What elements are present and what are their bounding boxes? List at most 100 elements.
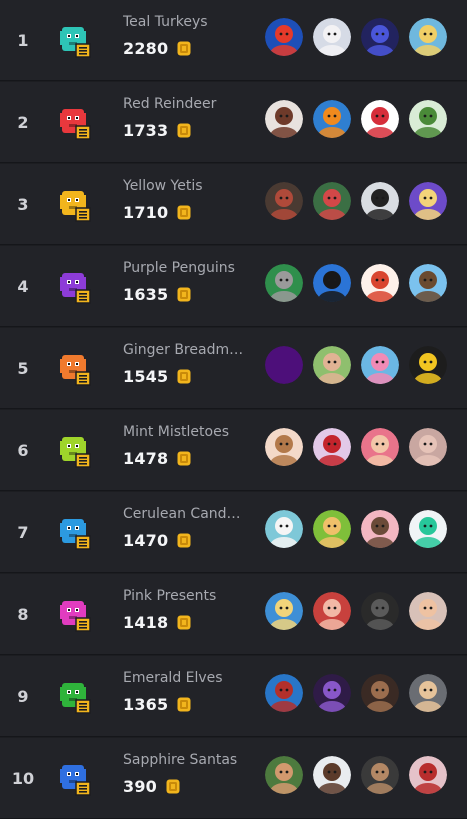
team-score: 1478 (123, 448, 169, 468)
team-row[interactable]: 6 Mint Mistletoes 1478 (0, 410, 467, 491)
team-score-group: 1478 (123, 447, 191, 469)
avatar-purple-creature[interactable] (313, 674, 351, 712)
team-row[interactable]: 3 Yellow Yetis 1710 (0, 164, 467, 245)
avatar-red-cap-girl[interactable] (313, 428, 351, 466)
coin-icon (177, 41, 191, 56)
team-rank: 4 (17, 277, 29, 296)
avatar-blonde-boy[interactable] (409, 18, 447, 56)
avatar-blonde-green-eyes[interactable] (265, 592, 303, 630)
avatar-blue-ghost[interactable] (361, 18, 399, 56)
team-score-group: 2280 (123, 37, 191, 59)
avatar-white-hair[interactable] (313, 18, 351, 56)
team-row[interactable]: 4 Purple Penguins 1635 (0, 246, 467, 327)
avatar-sunglasses-bald[interactable] (361, 182, 399, 220)
avatar-dark-skin[interactable] (265, 182, 303, 220)
avatar-brown-hair-girl[interactable] (265, 100, 303, 138)
team-row[interactable]: 2 Red Reindeer 1733 (0, 82, 467, 163)
team-score-group: 1545 (123, 365, 191, 387)
avatar-red-s-logo[interactable] (265, 18, 303, 56)
avatar-dark-grey-logo[interactable] (361, 592, 399, 630)
team-name: Sapphire Santas (123, 752, 238, 768)
avatar-purple-blank[interactable] (265, 346, 303, 384)
team-row[interactable]: 5 Ginger Breadmen 1545 (0, 328, 467, 409)
team-row[interactable]: 7 Cerulean Candycanes 1470 (0, 492, 467, 573)
team-score: 1733 (123, 120, 169, 140)
avatar-smiling-man[interactable] (313, 346, 351, 384)
team-score: 1710 (123, 202, 169, 222)
avatar-cat[interactable] (265, 264, 303, 302)
avatar-green-headphones[interactable] (409, 510, 447, 548)
team-name: Purple Penguins (123, 260, 235, 276)
sapphire-santa-icon (56, 760, 94, 798)
coin-icon (177, 533, 191, 548)
team-score: 390 (123, 776, 157, 796)
team-row[interactable]: 10 Sapphire Santas 390 (0, 738, 467, 819)
team-score-group: 1365 (123, 693, 191, 715)
avatar-white-robot[interactable] (265, 510, 303, 548)
avatar-yellow-creature[interactable] (409, 346, 447, 384)
avatar-lightning-logo[interactable] (313, 100, 351, 138)
team-rank: 5 (17, 359, 29, 378)
avatar-bearded-close-up[interactable] (361, 756, 399, 794)
avatar-blonde-girl-purple[interactable] (409, 182, 447, 220)
team-score: 1545 (123, 366, 169, 386)
emerald-elf-icon (56, 678, 94, 716)
team-rank: 10 (11, 769, 35, 788)
team-leaderboard: 1 Teal Turkeys 2280 2 Red Reindeer 1733 3 Yello… (0, 0, 467, 819)
coin-icon (177, 205, 191, 220)
avatar-ranboo-live[interactable] (361, 100, 399, 138)
avatar-dark-hood[interactable] (313, 264, 351, 302)
yellow-yeti-icon (56, 186, 94, 224)
team-name: Cerulean Candycanes (123, 506, 245, 522)
avatar-green-hat-hero[interactable] (313, 510, 351, 548)
team-name: Emerald Elves (123, 670, 223, 686)
avatar-pink-headphones[interactable] (361, 428, 399, 466)
coin-icon (177, 697, 191, 712)
mistletoe-icon (56, 432, 94, 470)
avatar-green-cap-kid[interactable] (409, 100, 447, 138)
team-rank: 1 (17, 31, 29, 50)
avatar-red-hair[interactable] (361, 264, 399, 302)
avatar-man-in-car[interactable] (313, 756, 351, 794)
avatar-green-zombie[interactable] (313, 182, 351, 220)
avatar-blond-boy-grey[interactable] (409, 674, 447, 712)
team-rank: 8 (17, 605, 29, 624)
coin-icon (166, 779, 180, 794)
avatar-red-curly-hair[interactable] (313, 592, 351, 630)
red-reindeer-icon (56, 104, 94, 142)
team-rank: 6 (17, 441, 29, 460)
purple-penguin-icon (56, 268, 94, 306)
coin-icon (177, 451, 191, 466)
avatar-dark-man[interactable] (361, 674, 399, 712)
avatar-red-hair-woman[interactable] (409, 756, 447, 794)
team-name: Pink Presents (123, 588, 217, 604)
team-score-group: 1733 (123, 119, 191, 141)
team-row[interactable]: 1 Teal Turkeys 2280 (0, 0, 467, 81)
candycane-icon (56, 514, 94, 552)
avatar-woman-blonde[interactable] (265, 428, 303, 466)
avatar-blurry-face[interactable] (409, 428, 447, 466)
team-row[interactable]: 8 Pink Presents 1418 (0, 574, 467, 655)
avatar-brown-hair-boy[interactable] (409, 264, 447, 302)
team-score: 1418 (123, 612, 169, 632)
team-rank: 9 (17, 687, 29, 706)
pink-present-icon (56, 596, 94, 634)
coin-icon (177, 615, 191, 630)
coin-icon (177, 369, 191, 384)
team-score-group: 1470 (123, 529, 191, 551)
team-row[interactable]: 9 Emerald Elves 1365 (0, 656, 467, 737)
avatar-anime-brown[interactable] (361, 510, 399, 548)
avatar-pink-hair-girl[interactable] (361, 346, 399, 384)
team-rank: 3 (17, 195, 29, 214)
teal-turkey-icon (56, 22, 94, 60)
gingerbread-icon (56, 350, 94, 388)
avatar-laughing-man[interactable] (409, 592, 447, 630)
team-score-group: 1418 (123, 611, 191, 633)
team-score-group: 390 (123, 775, 180, 797)
team-score-group: 1710 (123, 201, 191, 223)
avatar-bearded-man[interactable] (265, 756, 303, 794)
team-score-group: 1635 (123, 283, 191, 305)
team-name: Mint Mistletoes (123, 424, 229, 440)
team-name: Ginger Breadmen (123, 342, 245, 358)
avatar-red-hair-blue[interactable] (265, 674, 303, 712)
